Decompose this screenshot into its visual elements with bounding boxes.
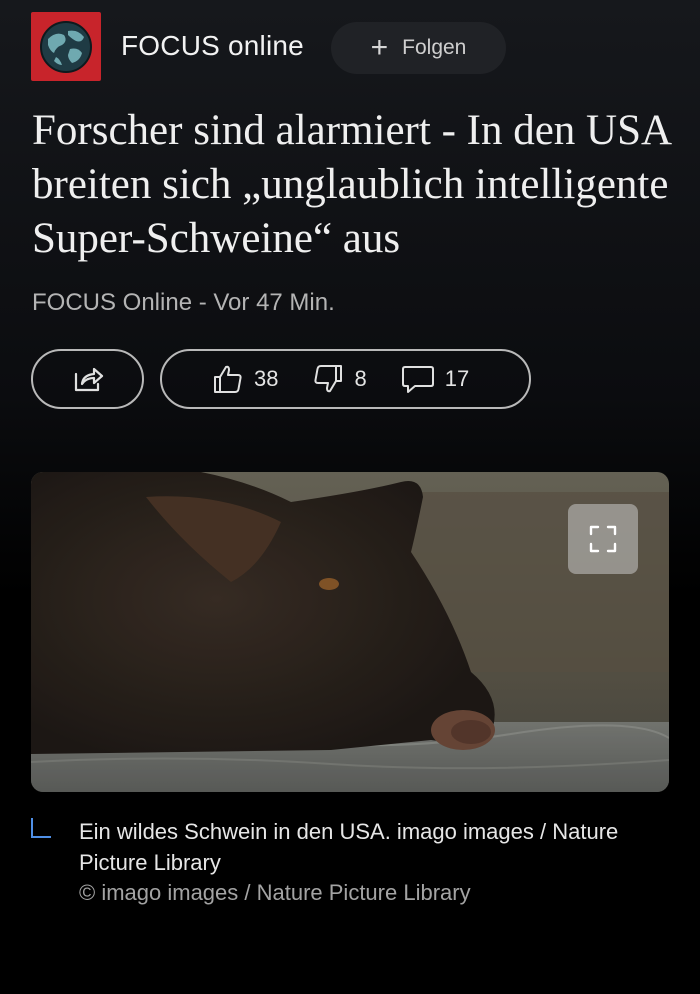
source-logo[interactable] (31, 12, 101, 81)
reactions-bar: 38 8 17 (160, 349, 531, 409)
like-count: 38 (254, 366, 279, 391)
expand-icon (589, 525, 617, 553)
image-caption: Ein wildes Schwein in den USA. imago ima… (79, 819, 619, 875)
share-icon (74, 367, 103, 392)
caption-marker (31, 818, 51, 838)
fullscreen-button[interactable] (568, 504, 638, 574)
thumbs-up-icon (214, 365, 242, 393)
source-name[interactable]: FOCUS online (121, 28, 304, 64)
plus-icon: + (370, 31, 389, 64)
globe-icon (40, 20, 92, 73)
like-button[interactable]: 38 (212, 363, 278, 395)
dislike-button[interactable]: 8 (312, 363, 367, 395)
article-byline: FOCUS Online - Vor 47 Min. (32, 289, 335, 316)
comment-count: 17 (444, 366, 470, 391)
share-button[interactable] (31, 349, 144, 409)
follow-button[interactable]: + Folgen (331, 22, 506, 74)
article-page: FOCUS online + Folgen Forscher sind alar… (0, 0, 700, 994)
comment-icon (401, 366, 434, 393)
thumbs-down-icon (314, 365, 343, 393)
image-credit: © imago images / Nature Picture Library (79, 880, 471, 905)
follow-button-label: Folgen (402, 36, 467, 59)
article-headline[interactable]: Forscher sind alarmiert - In den USA bre… (32, 104, 672, 266)
dislike-count: 8 (354, 366, 367, 391)
comment-button[interactable]: 17 (401, 364, 469, 394)
